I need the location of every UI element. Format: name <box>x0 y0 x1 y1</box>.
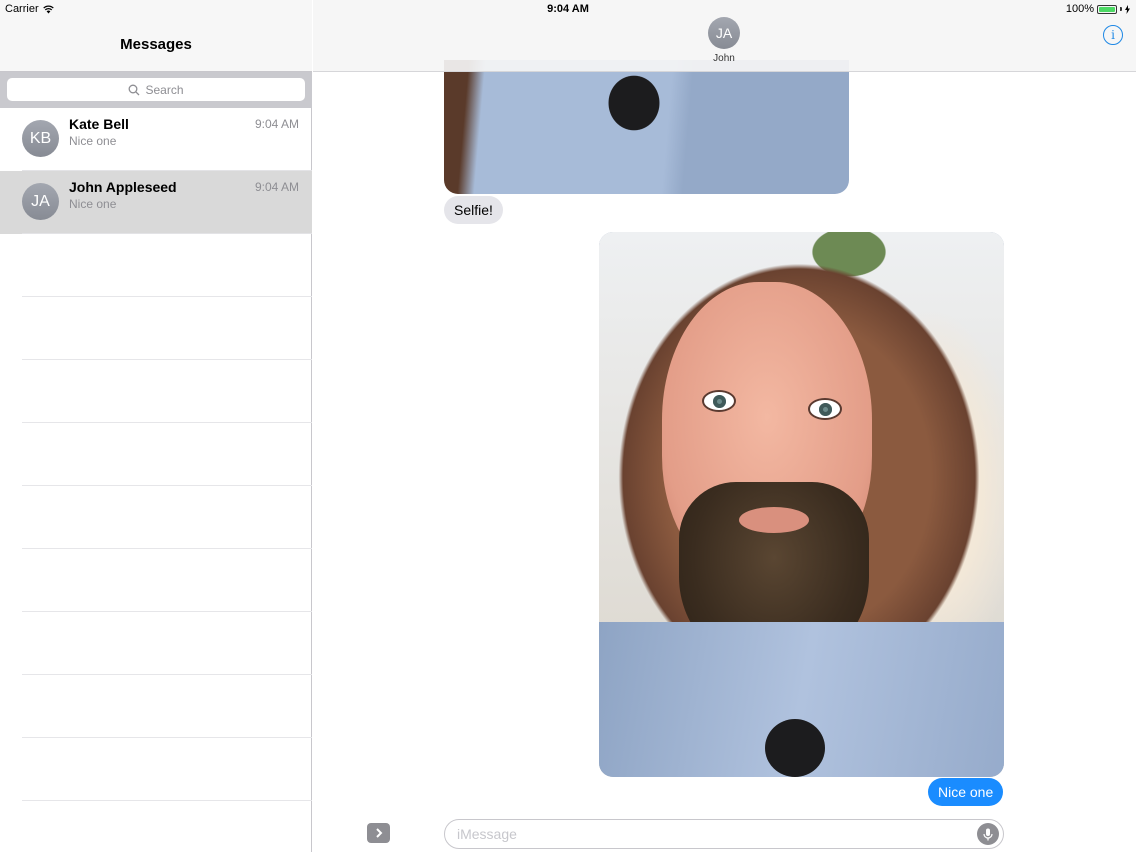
battery-cap <box>1120 7 1122 11</box>
empty-list-rows <box>0 234 312 801</box>
contact-name: Kate Bell <box>69 116 129 132</box>
dictation-button[interactable] <box>977 823 999 845</box>
clock: 9:04 AM <box>547 3 589 15</box>
contact-name: John Appleseed <box>69 179 177 195</box>
outgoing-message-bubble[interactable]: Nice one <box>928 778 1004 806</box>
incoming-message-bubble[interactable]: Selfie! <box>444 196 503 224</box>
search-area: Search <box>0 72 312 108</box>
empty-row <box>0 612 312 675</box>
battery-fill <box>1099 6 1115 12</box>
avatar: KB <box>22 120 59 157</box>
battery-icon <box>1097 4 1117 14</box>
photo-eye <box>702 390 736 412</box>
sidebar-title: Messages <box>120 36 192 53</box>
empty-row <box>0 549 312 612</box>
outgoing-photo-message[interactable] <box>599 232 1004 777</box>
empty-row <box>0 423 312 486</box>
contact-name[interactable]: John <box>674 53 774 64</box>
conversation-row-kate-bell[interactable]: KB Kate Bell 9:04 AM Nice one <box>0 108 312 171</box>
empty-row <box>0 738 312 801</box>
message-time: 9:04 AM <box>254 117 299 131</box>
incoming-photo-message[interactable] <box>444 60 849 194</box>
conversation-sidebar: Messages Search KB Kate Bell 9:04 AM Nic… <box>0 0 312 852</box>
message-input[interactable] <box>444 819 1004 849</box>
empty-row <box>0 297 312 360</box>
apps-expand-button[interactable] <box>367 823 390 843</box>
compose-bar <box>313 812 1136 852</box>
empty-row <box>0 234 312 297</box>
message-preview: Nice one <box>69 197 117 211</box>
conversation-list: KB Kate Bell 9:04 AM Nice one JA John Ap… <box>0 108 312 234</box>
photo-eye <box>808 398 842 420</box>
info-button[interactable]: i <box>1103 25 1123 45</box>
microphone-icon <box>983 828 993 840</box>
empty-row <box>0 360 312 423</box>
empty-row <box>0 486 312 549</box>
charging-icon <box>1125 4 1130 14</box>
battery-percent: 100% <box>1065 3 1094 15</box>
search-placeholder: Search <box>145 82 184 97</box>
photo-lips <box>739 507 809 533</box>
message-time: 9:04 AM <box>254 180 299 194</box>
empty-row <box>0 675 312 738</box>
photo-badge <box>765 719 825 777</box>
search-input[interactable]: Search <box>7 78 305 101</box>
status-bar: Carrier 9:04 AM 100% <box>0 0 1136 18</box>
message-preview: Nice one <box>69 134 117 148</box>
avatar: JA <box>22 183 59 220</box>
battery-indicator: 100% <box>1066 3 1130 15</box>
info-icon: i <box>1111 28 1115 42</box>
contact-avatar[interactable]: JA <box>708 17 740 49</box>
conversation-row-john-appleseed[interactable]: JA John Appleseed 9:04 AM Nice one <box>0 171 312 234</box>
search-icon <box>129 84 140 95</box>
chevron-right-icon <box>375 828 382 838</box>
